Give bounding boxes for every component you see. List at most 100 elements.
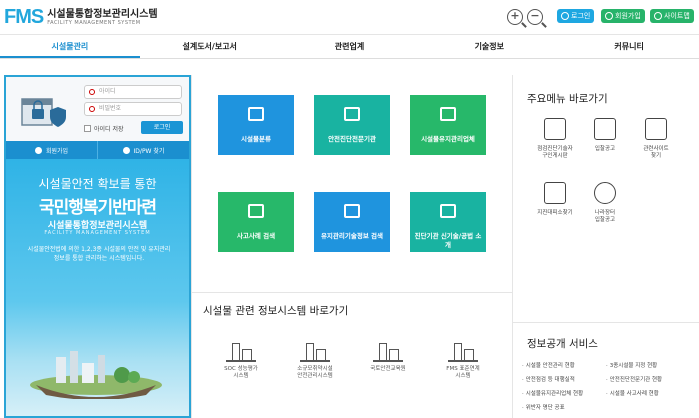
- tile-label: 유지관리기술정보 검색: [320, 232, 384, 240]
- login-submit-button[interactable]: 로그인: [141, 121, 183, 134]
- promo-banner: 시설물안전 확보를 통한 국민행복기반마련 시설물통합정보관리시스템 FACIL…: [6, 159, 189, 416]
- right-divider: [512, 322, 699, 323]
- left-panel: 아이디 비밀번호 아이디 저장 로그인 회원가입 ID/PW 찾기 시설물안전 …: [4, 75, 191, 418]
- sitemap-icon: [654, 12, 662, 20]
- nav-design-docs[interactable]: 설계도서/보고서: [140, 35, 280, 58]
- tower-icon: [373, 338, 403, 362]
- site-logo[interactable]: FMS 시설물통합정보관리시스템 FACILITY MANAGEMENT SYS…: [4, 6, 158, 29]
- quick-label: 입찰공고: [594, 146, 616, 152]
- id-placeholder: 아이디: [99, 88, 116, 95]
- tile-label: 시설물유지관리업체: [421, 135, 475, 143]
- info-link[interactable]: 위반자 명단 공표: [522, 403, 565, 411]
- info-link[interactable]: 시설물 사고사례 현황: [606, 389, 659, 397]
- calculator-icon: [544, 182, 566, 204]
- quick-shelter[interactable]: 지진대피소찾기: [530, 182, 580, 217]
- logo-mark: FMS: [4, 6, 44, 28]
- logo-subtitle: FACILITY MANAGEMENT SYSTEM: [47, 19, 141, 26]
- nav-community[interactable]: 커뮤니티: [559, 35, 699, 58]
- tile-label: 진단기관 신기술/공법 소개: [414, 232, 482, 249]
- tablet-icon: [645, 118, 667, 140]
- signup-label: 회원가입: [615, 12, 641, 20]
- lock-icon: [89, 106, 95, 112]
- info-link[interactable]: 3종시설물 지정 현황: [606, 361, 657, 369]
- login-button[interactable]: 로그인: [557, 9, 595, 23]
- account-tabs: 회원가입 ID/PW 찾기: [6, 141, 189, 159]
- quick-menu-title: 주요메뉴 바로가기: [527, 93, 608, 105]
- quick-related-sites[interactable]: 관련사이트 찾기: [631, 118, 681, 160]
- info-link[interactable]: 시설물 안전관리 현황: [522, 361, 575, 369]
- tile-maintenance-company[interactable]: 시설물유지관리업체: [410, 95, 486, 155]
- monitor-chart-icon: [344, 204, 360, 218]
- id-input[interactable]: 아이디: [84, 85, 182, 99]
- systems-title: 시설물 관련 정보시스템 바로가기: [203, 305, 349, 317]
- zoom-out-icon[interactable]: −: [527, 9, 543, 25]
- nav-industry[interactable]: 관련업계: [280, 35, 420, 58]
- hand-tool-icon: [544, 118, 566, 140]
- tab-signup[interactable]: 회원가입: [6, 141, 97, 159]
- system-soc[interactable]: SOC 성능평가 시스템: [211, 338, 271, 380]
- save-id-label: 아이디 저장: [94, 126, 124, 133]
- save-id-checkbox[interactable]: [84, 125, 91, 132]
- password-placeholder: 비밀번호: [99, 105, 122, 112]
- tile-tech-info-search[interactable]: 유지관리기술정보 검색: [314, 192, 390, 252]
- tile-label: 안전진단전문기관: [328, 135, 376, 143]
- clipboard-icon: [440, 107, 456, 121]
- banner-headline: 국민행복기반마련: [38, 198, 157, 218]
- logo-title: 시설물통합정보관리시스템: [47, 8, 158, 20]
- sitemap-label: 사이트맵: [664, 12, 690, 20]
- nav-facility[interactable]: 시설물관리: [0, 35, 140, 58]
- signup-button[interactable]: 회원가입: [601, 9, 645, 23]
- quick-label: 관련사이트: [643, 146, 669, 152]
- sitemap-button[interactable]: 사이트맵: [650, 9, 694, 23]
- tab-find-account[interactable]: ID/PW 찾기: [97, 141, 189, 159]
- system-fms-link[interactable]: FMS 표준연계 시스템: [433, 338, 493, 380]
- quick-label: 입찰공고: [594, 217, 616, 223]
- tile-label: 사고사례 검색: [236, 232, 276, 240]
- network-icon: [448, 338, 478, 362]
- tile-accident-search[interactable]: 사고사례 검색: [218, 192, 294, 252]
- system-label: 소규모취약시설: [297, 366, 333, 372]
- tile-diagnosis-agency[interactable]: 안전진단전문기관: [314, 95, 390, 155]
- zoom-in-icon[interactable]: +: [507, 9, 523, 25]
- document-icon: [344, 107, 360, 121]
- info-link[interactable]: 시설물유지관리업체 현황: [522, 389, 583, 397]
- main-nav: 시설물관리 설계도서/보고서 관련업계 기술정보 커뮤니티: [0, 34, 699, 59]
- banner-description: 시설물안전법에 의한 1,2,3종 시설물의 안전 및 유지관리 정보를 통합 …: [27, 246, 171, 262]
- building-icon: [226, 338, 256, 362]
- quick-narajangteo[interactable]: 나라장터 입찰공고: [580, 182, 630, 224]
- login-label: 로그인: [571, 12, 591, 20]
- quick-job-board[interactable]: 점검진단기술자 구인게시판: [530, 118, 580, 160]
- lock-icon: [561, 12, 569, 20]
- quick-label: 구인게시판: [542, 153, 568, 159]
- book-icon: [248, 204, 264, 218]
- computer-icon: [248, 107, 264, 121]
- nav-tech-info[interactable]: 기술정보: [419, 35, 559, 58]
- info-link[interactable]: 안전진단전문기관 현황: [606, 375, 662, 383]
- system-label: 안전관리시스템: [297, 373, 333, 379]
- system-label: 시스템: [455, 373, 471, 379]
- banner-system-en: FACILITY MANAGEMENT SYSTEM: [44, 230, 151, 236]
- info-link[interactable]: 안전점검 등 대행실적: [522, 375, 575, 383]
- system-label: SOC 성능평가: [224, 366, 258, 372]
- bridge-icon: [300, 338, 330, 362]
- info-service-title: 정보공개 서비스: [527, 338, 598, 350]
- password-input[interactable]: 비밀번호: [84, 102, 182, 116]
- tile-new-tech[interactable]: 진단기관 신기술/공법 소개: [410, 192, 486, 252]
- system-education[interactable]: 국토안전교육원: [358, 338, 418, 373]
- tab-find-label: ID/PW 찾기: [133, 147, 165, 155]
- login-box: 아이디 비밀번호 아이디 저장 로그인: [6, 77, 189, 141]
- quick-label: 찾기: [650, 153, 662, 159]
- quick-bid-notice[interactable]: 입찰공고: [580, 118, 630, 153]
- system-small-facility[interactable]: 소규모취약시설 안전관리시스템: [285, 338, 345, 380]
- user-icon: [34, 146, 42, 154]
- tile-label: 시설물분류: [241, 135, 271, 143]
- quick-label: 지진대피소찾기: [537, 210, 573, 216]
- tile-facility-class[interactable]: 시설물분류: [218, 95, 294, 155]
- system-label: 시스템: [233, 373, 249, 379]
- banner-line-1: 시설물안전 확보를 통한: [38, 177, 157, 191]
- compass-icon: [594, 182, 616, 204]
- header: FMS 시설물통합정보관리시스템 FACILITY MANAGEMENT SYS…: [0, 0, 699, 34]
- user-icon: [89, 89, 95, 95]
- quick-label: 나라장터: [594, 210, 616, 216]
- save-id-row: 아이디 저장: [84, 124, 124, 133]
